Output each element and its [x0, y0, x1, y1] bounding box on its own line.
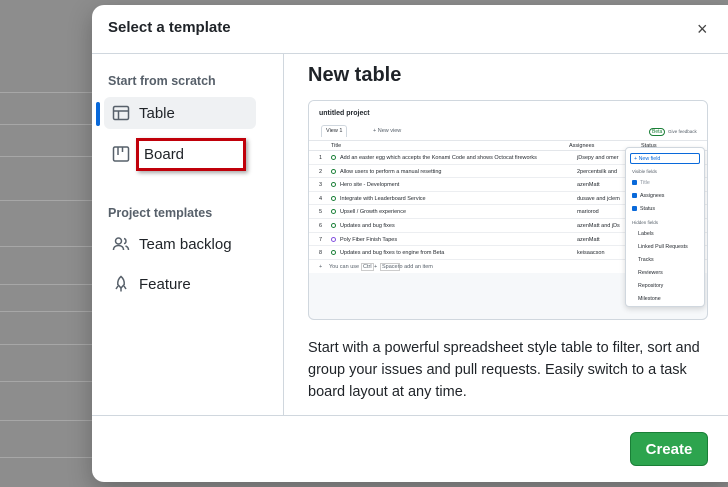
sidebar-item-table[interactable]: Table [104, 97, 256, 129]
sidebar-item-team-backlog[interactable]: Team backlog [104, 228, 256, 260]
sidebar-item-feature[interactable]: Feature [104, 268, 256, 300]
template-detail: New table untitled project View 1 + New … [285, 54, 728, 415]
sidebar-item-board-icon-wrap[interactable] [104, 138, 134, 170]
template-sidebar: Start from scratch Table Board Project t… [92, 54, 284, 415]
board-icon [112, 145, 130, 163]
preview-feedback: Give feedback [668, 129, 697, 134]
rocket-icon [112, 275, 130, 293]
sidebar-item-board[interactable]: Board [136, 138, 246, 171]
table-icon [112, 104, 130, 122]
dialog-header: Select a template × [92, 5, 728, 54]
create-button[interactable]: Create [630, 432, 708, 466]
sidebar-item-label: Table [139, 104, 175, 122]
preview-beta-badge: Beta [649, 128, 666, 136]
scratch-heading: Start from scratch [108, 74, 216, 88]
preview-header: untitled project View 1 + New view Beta … [309, 101, 707, 141]
close-icon[interactable]: × [697, 19, 708, 40]
sidebar-item-label: Feature [139, 275, 191, 293]
dialog-title: Select a template [108, 19, 231, 36]
template-title: New table [308, 64, 402, 86]
template-preview-image: untitled project View 1 + New view Beta … [308, 100, 708, 320]
preview-project-title: untitled project [319, 110, 370, 117]
dialog-footer: Create [92, 415, 728, 482]
templates-heading: Project templates [108, 206, 213, 220]
preview-new-view: + New view [373, 128, 402, 134]
preview-col-title: Title [331, 143, 342, 149]
preview-col-assignees: Assignees [569, 143, 595, 149]
people-icon [112, 235, 130, 253]
active-indicator [96, 102, 100, 126]
preview-view-tab: View 1 [321, 125, 348, 137]
template-dialog: Select a template × Start from scratch T… [92, 5, 728, 482]
template-description: Start with a powerful spreadsheet style … [308, 340, 700, 400]
preview-fields-dropdown: + New field Visible fields Title Assigne… [625, 147, 705, 307]
sidebar-item-label: Team backlog [139, 235, 232, 253]
